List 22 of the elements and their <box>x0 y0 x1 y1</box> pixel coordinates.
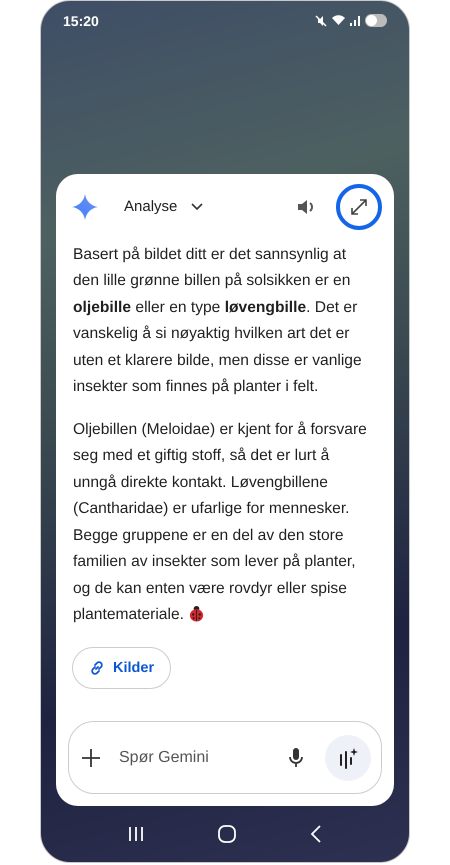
mute-icon <box>315 14 327 27</box>
signal-icon <box>350 16 360 26</box>
back-icon[interactable] <box>310 825 322 844</box>
expand-icon <box>350 198 368 216</box>
response-paragraph: Basert på bildet ditt er det sannsynlig at den lille grønne billen på solsikken er en oljebille eller en type løvengbille. Det er vanskelig å si nøyaktig hvilken art det er uten et klarere bilde, men disse er vanlige insekter som finnes på planter i felt. <box>73 244 363 398</box>
live-button[interactable] <box>325 734 371 781</box>
link-icon <box>89 660 105 676</box>
chevron-down-icon <box>191 202 204 211</box>
expand-button[interactable] <box>336 184 382 230</box>
status-time: 15:20 <box>63 12 99 29</box>
sources-button[interactable]: Kilder <box>72 646 172 689</box>
live-icon <box>337 746 359 769</box>
toggle-switch[interactable] <box>365 14 387 28</box>
ladybug-icon <box>188 605 206 622</box>
response-paragraph: Oljebillen (Meloidae) er kjent for å forsvare seg med et giftig stoff, så det er lurt å unngå direkte kontakt. Løvengbillene (Cantharidae) er ufarlige for mennesker. Begge gruppene er en del av den store familien av insekter som lever på planter, og de kan enten være rovdyr eller spise plantemateriale. <box>73 420 368 626</box>
plus-icon[interactable] <box>81 748 101 768</box>
sparkle-icon <box>72 194 98 220</box>
mode-dropdown[interactable]: Analyse <box>118 194 210 220</box>
microphone-icon[interactable] <box>289 746 303 769</box>
recent-apps-icon[interactable] <box>128 826 144 842</box>
home-icon[interactable] <box>218 825 236 844</box>
wifi-icon <box>332 15 345 26</box>
